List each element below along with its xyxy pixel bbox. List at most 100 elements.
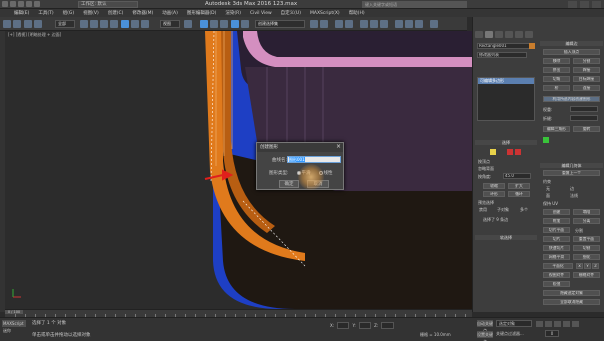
menu-item[interactable]: 工具(T) xyxy=(38,10,53,16)
command-panel-tabs[interactable] xyxy=(475,31,533,38)
new-file-icon[interactable] xyxy=(2,1,8,7)
menu-item[interactable]: 修改器(M) xyxy=(132,10,153,16)
extrude-button[interactable]: 挤出 xyxy=(543,67,570,73)
hierarchy-tab-icon[interactable] xyxy=(495,31,503,38)
shrink-button[interactable]: 收缩 xyxy=(483,183,505,189)
minimize-icon[interactable] xyxy=(568,1,577,8)
layer-icon[interactable] xyxy=(335,20,343,28)
selection-filter-dropdown[interactable]: 全部 xyxy=(55,20,75,28)
setkey-button[interactable]: 设置关键点 xyxy=(477,331,493,341)
close-icon[interactable] xyxy=(592,1,601,8)
object-color-swatch[interactable] xyxy=(529,43,535,49)
slice-plane-button[interactable]: 切片平面 xyxy=(543,227,570,233)
quick-access-toolbar[interactable] xyxy=(2,1,40,7)
open-file-icon[interactable] xyxy=(10,1,16,7)
named-selection-set-dropdown[interactable]: 创建选择集 xyxy=(255,20,305,28)
y-button[interactable]: Y xyxy=(584,263,591,269)
mirror-icon[interactable] xyxy=(310,20,318,28)
link-icon[interactable] xyxy=(24,20,32,28)
collapse-button[interactable]: 塌陷 xyxy=(573,209,600,215)
soft-selection-rollout-header[interactable]: 软选择 xyxy=(475,235,537,240)
select-by-name-icon[interactable] xyxy=(90,20,98,28)
chamfer-button[interactable]: 切角 xyxy=(543,76,570,82)
ignore-backface-checkbox[interactable]: 忽略背面 xyxy=(478,166,494,172)
rect-selection-icon[interactable] xyxy=(100,20,108,28)
motion-tab-icon[interactable] xyxy=(505,31,513,38)
insert-vertex-button[interactable]: 插入顶点 xyxy=(543,49,600,55)
constraint-normal-radio[interactable]: 法线 xyxy=(570,193,578,199)
unhide-all-button[interactable]: 全部取消隐藏 xyxy=(543,299,600,305)
maximize-icon[interactable] xyxy=(580,1,589,8)
menu-item[interactable]: 渲染(R) xyxy=(225,10,241,16)
make-planar-button[interactable]: 平面化 xyxy=(543,263,573,269)
edit-named-sel-icon[interactable] xyxy=(241,20,249,28)
menu-item[interactable]: 帮助(H) xyxy=(349,10,365,16)
save-file-icon[interactable] xyxy=(18,1,24,7)
green-color-swatch[interactable] xyxy=(543,137,549,143)
constraint-face-radio[interactable]: 面 xyxy=(546,193,550,199)
workspace-dropdown[interactable]: 工作区: 默认 xyxy=(78,1,138,8)
split-checkbox[interactable]: 分割 xyxy=(575,228,583,234)
ring-button[interactable]: 环形 xyxy=(483,191,505,197)
curve-name-input[interactable]: 图形001 xyxy=(287,156,341,163)
display-tab-icon[interactable] xyxy=(515,31,523,38)
quickslice-button[interactable]: 快速切片 xyxy=(543,245,570,251)
grid-align-button[interactable]: 栅格对齐 xyxy=(573,272,600,278)
by-angle-checkbox[interactable]: 按角度: xyxy=(478,174,491,180)
percent-snap-icon[interactable] xyxy=(220,20,228,28)
a360-icon[interactable] xyxy=(430,20,438,28)
preview-subobj-radio[interactable]: 子对象 xyxy=(497,207,509,213)
reset-plane-button[interactable]: 重置平面 xyxy=(573,236,600,242)
grow-button[interactable]: 扩大 xyxy=(508,183,530,189)
detach-button[interactable]: 分离 xyxy=(573,218,600,224)
align-icon[interactable] xyxy=(320,20,328,28)
play-icon[interactable] xyxy=(554,321,561,327)
connect-button[interactable]: 连接 xyxy=(573,85,600,91)
select-icon[interactable] xyxy=(80,20,88,28)
loop-button[interactable]: 循环 xyxy=(508,191,530,197)
redo-icon[interactable] xyxy=(34,1,40,7)
spinner-snap-icon[interactable] xyxy=(231,20,239,28)
create-tab-icon[interactable] xyxy=(475,31,483,38)
prev-frame-icon[interactable] xyxy=(545,321,552,327)
angle-snap-icon[interactable] xyxy=(210,20,218,28)
window-crossing-icon[interactable] xyxy=(110,20,118,28)
menu-item[interactable]: 自定义(U) xyxy=(281,10,301,16)
search-input[interactable]: 键入关键字或短语 xyxy=(362,1,467,8)
undo-icon[interactable] xyxy=(26,1,32,7)
z-button[interactable]: Z xyxy=(592,263,599,269)
y-coord-field[interactable] xyxy=(358,322,372,329)
modifier-stack-list[interactable]: 可编辑多边形 xyxy=(477,77,535,121)
material-editor-icon[interactable] xyxy=(380,20,388,28)
constraint-edge-radio[interactable]: 边 xyxy=(570,186,574,192)
edit-geometry-rollout-header[interactable]: 编辑几何体 xyxy=(540,163,603,168)
menu-item[interactable]: 视图(V) xyxy=(83,10,99,16)
goto-end-icon[interactable] xyxy=(572,321,579,327)
meshsmooth-button[interactable]: 网格平滑 xyxy=(543,254,570,260)
scale-icon[interactable] xyxy=(141,20,149,28)
relax-button[interactable]: 松弛 xyxy=(543,281,570,287)
rotate-icon[interactable] xyxy=(131,20,139,28)
unlink-icon[interactable] xyxy=(34,20,42,28)
preserve-uv-checkbox[interactable]: 保持 UV xyxy=(543,201,558,207)
x-button[interactable]: X xyxy=(576,263,583,269)
attach-button[interactable]: 附加 xyxy=(543,218,570,224)
preview-multi-radio[interactable]: 多个 xyxy=(520,207,528,213)
angle-input[interactable]: 45.0 xyxy=(503,173,531,179)
menu-item[interactable]: 创建(C) xyxy=(108,10,124,16)
create-shape-from-selection-button[interactable]: 利用所选内容创建图形 xyxy=(543,96,600,102)
create-button[interactable]: 创建 xyxy=(543,209,570,215)
element-mode-icon[interactable] xyxy=(515,149,521,155)
split-button[interactable]: 分割 xyxy=(573,58,600,64)
z-coord-field[interactable] xyxy=(381,322,394,329)
menu-item[interactable]: 编辑(E) xyxy=(14,10,29,16)
render-icon[interactable] xyxy=(415,20,423,28)
viewport-label[interactable]: [+] [透视] [明暗处理 + 边面] xyxy=(8,32,61,38)
close-icon[interactable]: × xyxy=(336,143,341,150)
bridge-button[interactable]: 桥 xyxy=(543,85,570,91)
x-coord-field[interactable] xyxy=(337,322,350,329)
render-setup-icon[interactable] xyxy=(395,20,403,28)
maxscript-listener[interactable]: MAXScript 迷你 xyxy=(2,320,26,333)
hide-selected-button[interactable]: 隐藏选定对象 xyxy=(543,290,600,296)
reference-coord-dropdown[interactable]: 视图 xyxy=(160,20,180,28)
